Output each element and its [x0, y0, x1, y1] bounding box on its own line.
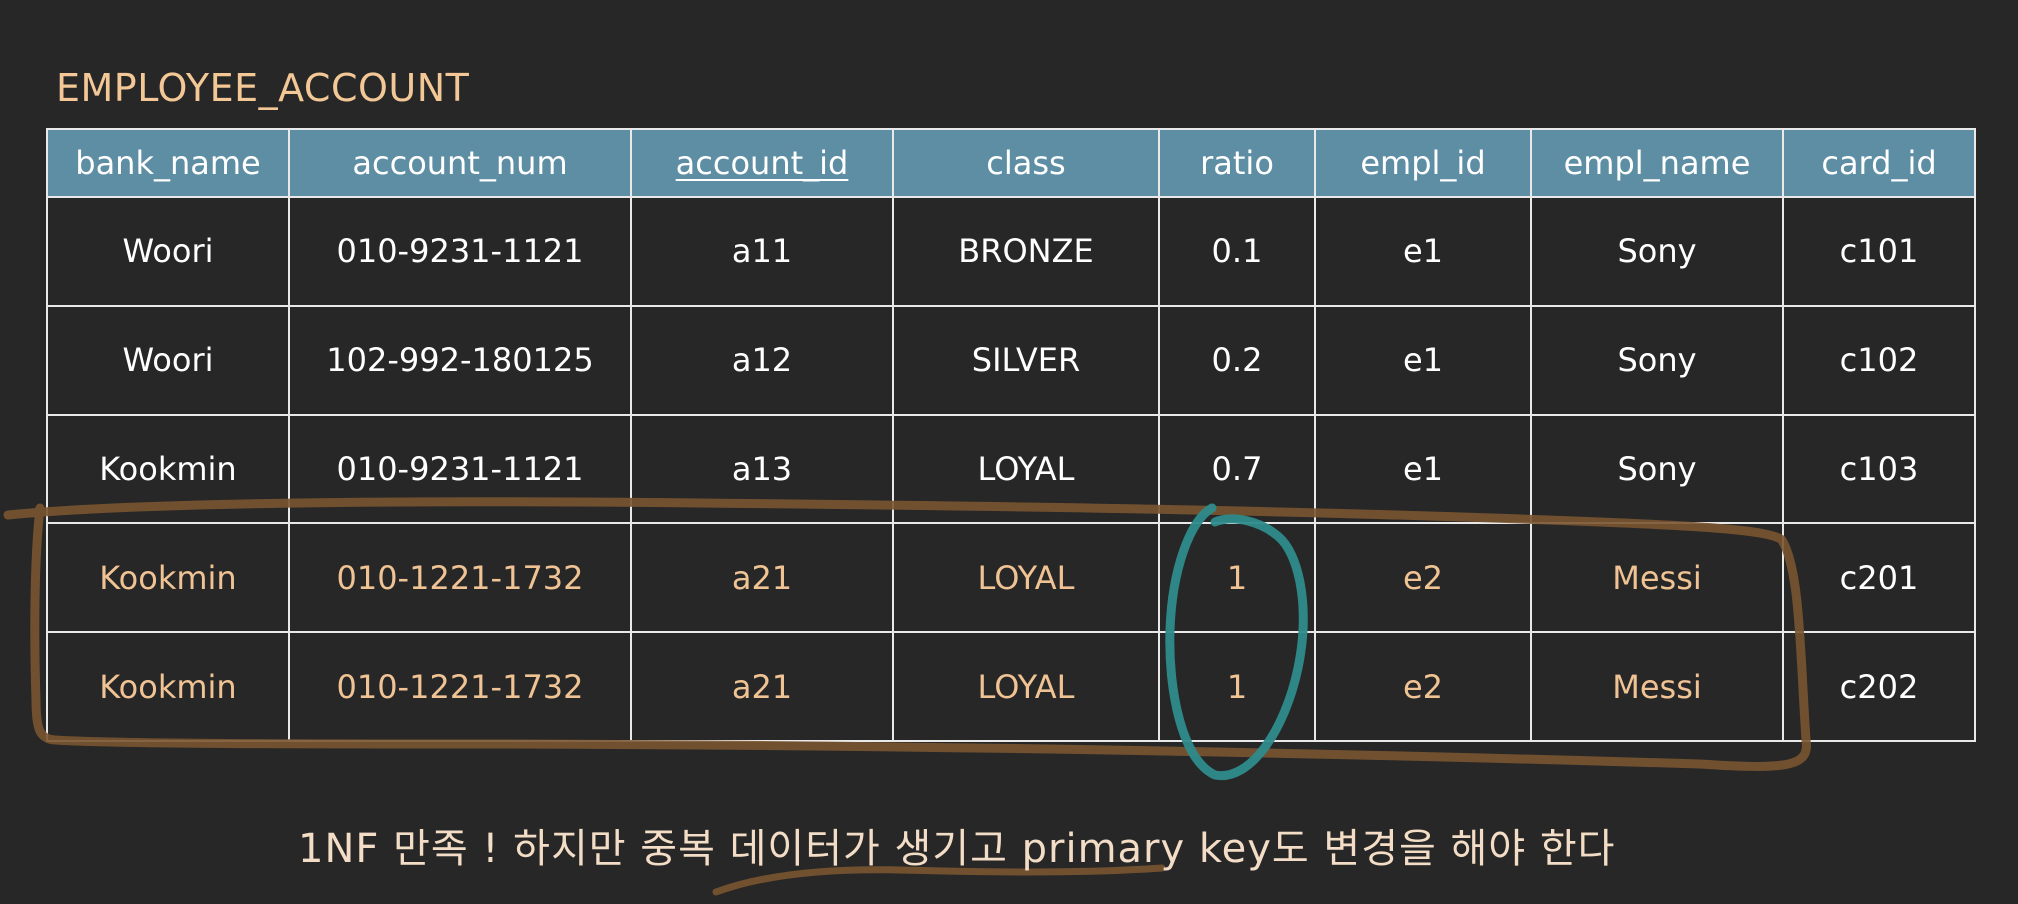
cell-empl-name: Messi — [1530, 631, 1784, 742]
cell-account-num: 010-1221-1732 — [288, 631, 632, 742]
cell-bank-name: Woori — [46, 304, 290, 416]
column-header-account-num: account_num — [288, 128, 632, 198]
cell-class: LOYAL — [892, 522, 1160, 634]
column-header-card-id: card_id — [1782, 128, 1976, 198]
cell-account-id: a13 — [630, 413, 894, 525]
table-row: Kookmin 010-9231-1121 a13 LOYAL 0.7 e1 Sony c10… — [46, 413, 1976, 525]
cell-class: SILVER — [892, 304, 1160, 416]
cell-bank-name: Woori — [46, 196, 290, 307]
column-header-empl-name: empl_name — [1530, 128, 1784, 198]
column-header-class: class — [892, 128, 1160, 198]
cell-empl-name: Messi — [1530, 522, 1784, 634]
cell-account-id: a21 — [630, 522, 894, 634]
slide: EMPLOYEE_ACCOUNT bank_name account_num acc… — [0, 0, 2018, 904]
cell-account-num: 010-1221-1732 — [288, 522, 632, 634]
cell-account-num: 102-992-180125 — [288, 304, 632, 416]
cell-card-id: c101 — [1782, 196, 1976, 307]
cell-class: LOYAL — [892, 631, 1160, 742]
cell-card-id: c102 — [1782, 304, 1976, 416]
cell-ratio: 0.1 — [1158, 196, 1316, 307]
table-title: EMPLOYEE_ACCOUNT — [56, 66, 470, 110]
cell-class: BRONZE — [892, 196, 1160, 307]
cell-ratio: 1 — [1158, 522, 1316, 634]
cell-ratio: 0.7 — [1158, 413, 1316, 525]
column-header-empl-id: empl_id — [1314, 128, 1532, 198]
table-body: Woori 010-9231-1121 a11 BRONZE 0.1 e1 Sony c101… — [46, 196, 1976, 742]
column-header-ratio: ratio — [1158, 128, 1316, 198]
cell-empl-id: e2 — [1314, 522, 1532, 634]
cell-empl-id: e1 — [1314, 196, 1532, 307]
cell-empl-id: e1 — [1314, 413, 1532, 525]
cell-empl-id: e1 — [1314, 304, 1532, 416]
cell-account-num: 010-9231-1121 — [288, 413, 632, 525]
cell-empl-id: e2 — [1314, 631, 1532, 742]
cell-account-id: a12 — [630, 304, 894, 416]
employee-account-table: bank_name account_num account_id class ratio… — [46, 128, 1976, 742]
cell-bank-name: Kookmin — [46, 413, 290, 525]
cell-bank-name: Kookmin — [46, 522, 290, 634]
cell-bank-name: Kookmin — [46, 631, 290, 742]
cell-empl-name: Sony — [1530, 413, 1784, 525]
cell-account-num: 010-9231-1121 — [288, 196, 632, 307]
caption: 1NF 만족 ! 하지만 중복 데이터가 생기고 primary key도 변경… — [298, 826, 1616, 872]
cell-ratio: 0.2 — [1158, 304, 1316, 416]
cell-card-id: c201 — [1782, 522, 1976, 634]
header-row: bank_name account_num account_id class ratio… — [46, 128, 1976, 198]
cell-card-id: c202 — [1782, 631, 1976, 742]
cell-card-id: c103 — [1782, 413, 1976, 525]
cell-account-id: a21 — [630, 631, 894, 742]
table-row: Kookmin 010-1221-1732 a21 LOYAL 1 e2 Messi c201 — [46, 522, 1976, 634]
table-row: Woori 102-992-180125 a12 SILVER 0.2 e1 Sony c10… — [46, 304, 1976, 416]
cell-account-id: a11 — [630, 196, 894, 307]
cell-class: LOYAL — [892, 413, 1160, 525]
table-row: Woori 010-9231-1121 a11 BRONZE 0.1 e1 Sony c101 — [46, 196, 1976, 307]
column-header-bank-name: bank_name — [46, 128, 290, 198]
column-header-account-id: account_id — [630, 128, 894, 198]
table-row: Kookmin 010-1221-1732 a21 LOYAL 1 e2 Messi c202 — [46, 631, 1976, 742]
cell-ratio: 1 — [1158, 631, 1316, 742]
cell-empl-name: Sony — [1530, 196, 1784, 307]
cell-empl-name: Sony — [1530, 304, 1784, 416]
